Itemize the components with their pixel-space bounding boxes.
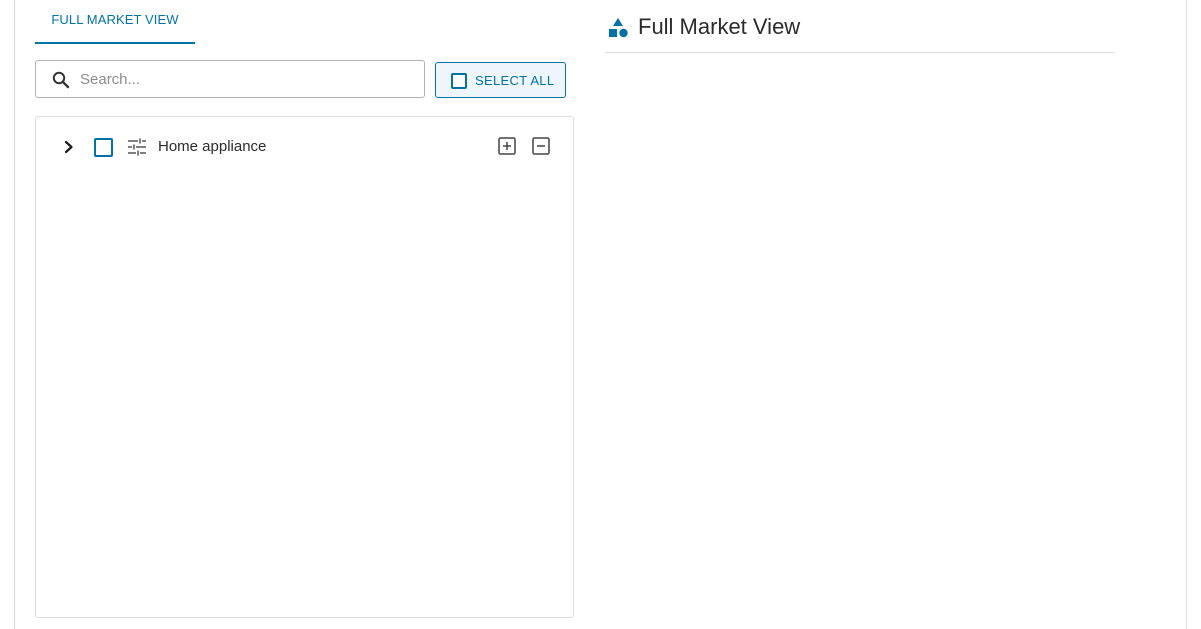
chevron-right-icon[interactable] (61, 139, 77, 155)
select-all-checkbox[interactable] (451, 73, 467, 89)
expand-all-icon[interactable] (498, 137, 516, 155)
tree-panel: Home appliance (35, 116, 574, 618)
search-input[interactable] (80, 61, 410, 97)
tab-full-market-view[interactable]: FULL MARKET VIEW (35, 0, 195, 44)
tree-row-label: Home appliance (158, 138, 267, 155)
left-frame-border (14, 0, 15, 629)
collapse-all-icon[interactable] (532, 137, 550, 155)
tab-active-indicator (35, 42, 195, 44)
search-icon (52, 71, 70, 89)
tree-row[interactable]: Home appliance (36, 131, 573, 163)
search-box (35, 60, 425, 98)
tree-row-checkbox[interactable] (94, 138, 113, 157)
tune-icon (128, 138, 146, 156)
select-all-button[interactable]: SELECT ALL (435, 62, 566, 98)
detail-header: Full Market View (605, 12, 1114, 53)
page-title: Full Market View (638, 14, 801, 39)
shapes-icon (609, 18, 628, 38)
right-frame-border (1186, 0, 1187, 629)
select-all-label: SELECT ALL (475, 73, 555, 88)
tab-label: FULL MARKET VIEW (51, 12, 179, 27)
